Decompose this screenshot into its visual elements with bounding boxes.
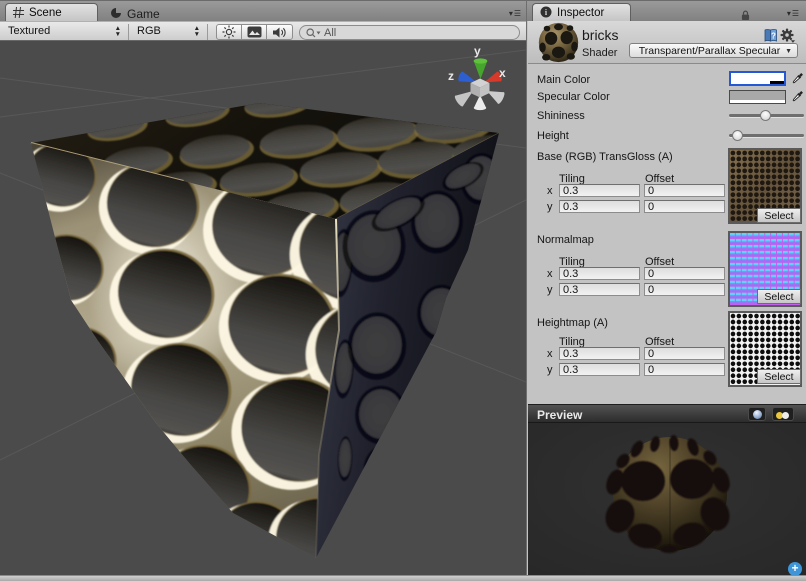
svg-text:y: y xyxy=(474,44,481,58)
svg-text:?: ? xyxy=(771,32,776,41)
svg-text:x: x xyxy=(499,66,506,80)
svg-text:z: z xyxy=(448,69,454,83)
